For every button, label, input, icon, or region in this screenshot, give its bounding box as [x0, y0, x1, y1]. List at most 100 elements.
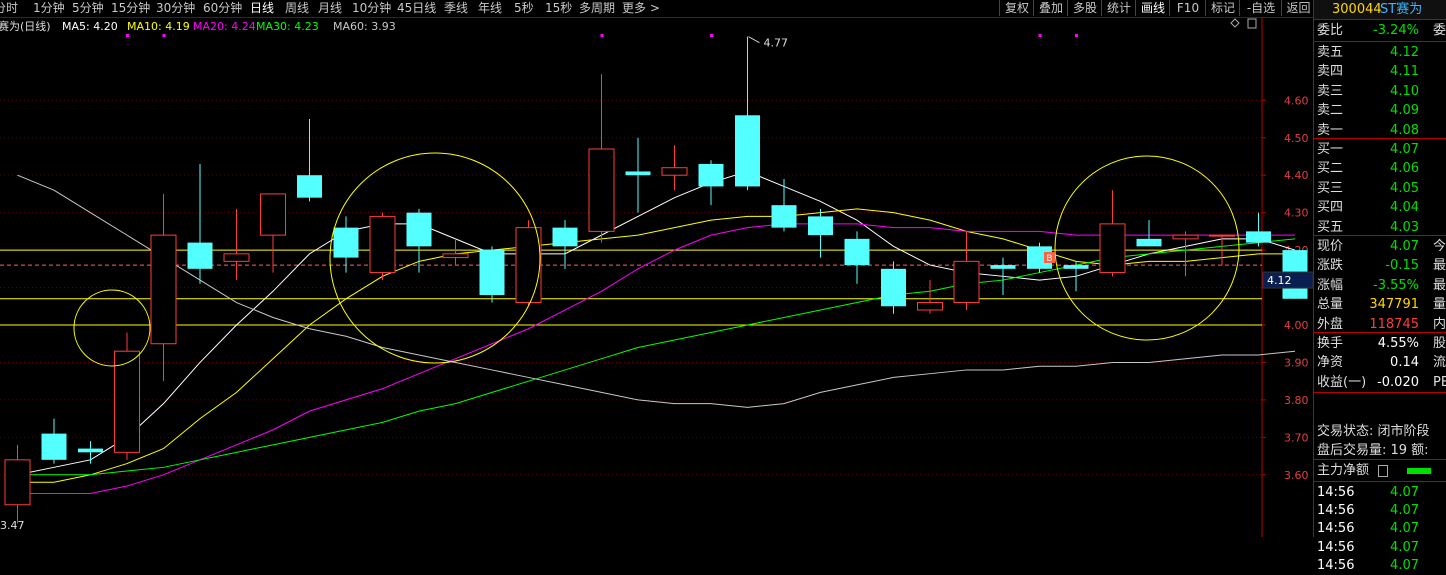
- high-pointer: [748, 36, 760, 44]
- period-4[interactable]: 30分钟: [156, 0, 195, 16]
- tool-7[interactable]: -自选: [1239, 0, 1282, 16]
- tool-0[interactable]: 复权: [999, 0, 1034, 16]
- row-label: 总量: [1317, 297, 1344, 313]
- y-tick-label: 4.30: [1284, 207, 1309, 220]
- candle-body: [1172, 234, 1199, 240]
- candle-body: [588, 148, 615, 232]
- candle-body: [1063, 265, 1089, 269]
- kline-chart[interactable]: 4.604.504.404.304.204.104.003.903.803.70…: [0, 0, 1313, 537]
- buys-row: 买四 4.04: [1314, 198, 1446, 217]
- period-2[interactable]: 5分钟: [72, 0, 104, 16]
- period-10[interactable]: 45日线: [397, 0, 436, 16]
- row-label: 现价: [1317, 239, 1344, 254]
- chart-title: 赛为(日线): [0, 19, 51, 33]
- divider: [1314, 41, 1446, 42]
- candle-body: [223, 253, 250, 262]
- candle-body: [1136, 238, 1162, 247]
- row-label: 买四: [1317, 200, 1344, 216]
- row-label: 涨跌: [1317, 258, 1344, 274]
- tick-time: 14:56: [1317, 485, 1355, 500]
- row-value: 118745: [1369, 316, 1419, 332]
- period-16[interactable]: 更多 >: [622, 0, 660, 16]
- row-label: 收益(一): [1317, 374, 1367, 390]
- period-11[interactable]: 季线: [444, 0, 468, 16]
- drawn-circle: [1054, 155, 1240, 341]
- row-label: 卖二: [1317, 103, 1344, 119]
- row-value: 347791: [1369, 297, 1419, 313]
- tick-price: 4.07: [1390, 521, 1419, 537]
- tick-time: 14:56: [1317, 503, 1355, 519]
- event-marker: [710, 34, 713, 37]
- candle-body: [735, 115, 760, 187]
- weibi-tail: 委: [1433, 23, 1446, 38]
- tool-6[interactable]: 标记: [1205, 0, 1240, 16]
- stats-row: 涨幅 -3.55% 最: [1314, 276, 1446, 295]
- row-label: 买三: [1317, 180, 1344, 196]
- net-flow-bar: [1407, 468, 1431, 474]
- candle-body: [333, 227, 359, 258]
- row-label: 卖一: [1317, 122, 1344, 138]
- candle-body: [41, 433, 67, 460]
- row-label: 换手: [1317, 336, 1344, 351]
- candle-body: [442, 253, 469, 259]
- row-tail: 内: [1433, 316, 1446, 332]
- period-toolbar: 分时 1分钟 5分钟 15分钟 30分钟 60分钟 日线 周线 月线 10分钟 45日线 季线 年线 5秒…: [0, 0, 1446, 18]
- period-9[interactable]: 10分钟: [352, 0, 391, 16]
- period-12[interactable]: 年线: [478, 0, 502, 16]
- y-tick-label: 3.80: [1284, 394, 1309, 407]
- tool-2[interactable]: 多股: [1067, 0, 1102, 16]
- period-15[interactable]: 多周期: [579, 0, 615, 16]
- stats2-row: 换手 4.55% 股: [1314, 334, 1446, 353]
- period-8[interactable]: 月线: [318, 0, 342, 16]
- tool-4[interactable]: 画线: [1135, 0, 1170, 16]
- period-6[interactable]: 日线: [250, 0, 274, 16]
- ma-legend-item: MA10: 4.19: [127, 20, 190, 33]
- tool-1[interactable]: 叠加: [1033, 0, 1068, 16]
- window-icon: [1247, 18, 1257, 29]
- tick-row: 14:56 4.07: [1314, 538, 1446, 557]
- candle-body: [515, 227, 542, 304]
- ma-legend-item: MA30: 4.23: [256, 20, 319, 33]
- net-flow-row[interactable]: 主力净额: [1314, 461, 1446, 480]
- tick-time: 14:56: [1317, 539, 1355, 555]
- y-tick-label: 3.70: [1284, 431, 1309, 444]
- candle-body: [698, 163, 724, 187]
- period-7[interactable]: 周线: [285, 0, 309, 16]
- row-label: 卖三: [1317, 83, 1344, 99]
- period-5[interactable]: 60分钟: [203, 0, 242, 16]
- ma5-line: [17, 170, 1296, 476]
- period-3[interactable]: 15分钟: [111, 0, 150, 16]
- divider: [1314, 19, 1446, 20]
- candle-body: [1099, 223, 1126, 274]
- period-0[interactable]: 分时: [0, 0, 18, 16]
- tool-3[interactable]: 统计: [1101, 0, 1136, 16]
- period-14[interactable]: 15秒: [545, 0, 572, 16]
- trade-status: 交易状态: 闭市阶段: [1314, 422, 1446, 441]
- tick-price: 4.07: [1390, 539, 1419, 555]
- candle-body: [114, 350, 140, 453]
- candle-body: [1209, 234, 1235, 237]
- sells-row: 卖五 4.12: [1314, 43, 1446, 62]
- stats2-row: 收益(一) -0.020 PE: [1314, 373, 1446, 392]
- divider: [1314, 481, 1446, 482]
- current-price-label: 4.12: [1267, 274, 1292, 287]
- period-13[interactable]: 5秒: [514, 0, 534, 16]
- row-value: -0.020: [1377, 374, 1419, 390]
- stock-name: ST赛为: [1380, 2, 1423, 17]
- tool-5[interactable]: F10: [1169, 0, 1206, 16]
- candle-body: [661, 167, 688, 176]
- row-value: -0.15: [1385, 258, 1419, 274]
- period-1[interactable]: 1分钟: [33, 0, 65, 16]
- list-icon[interactable]: [1378, 465, 1388, 477]
- candle-body: [552, 227, 578, 247]
- tick-time: 14:56: [1317, 521, 1355, 537]
- tick-time: 14:56: [1317, 557, 1355, 573]
- row-value: 4.07: [1390, 142, 1419, 157]
- tool-8[interactable]: 返回: [1281, 0, 1315, 16]
- row-tail: 今: [1433, 239, 1446, 254]
- row-value: 4.04: [1390, 200, 1419, 216]
- row-value: 0.14: [1390, 355, 1419, 371]
- tick-row: 14:56 4.07: [1314, 483, 1446, 502]
- quote-panel: 300044 ST赛为 委比 -3.24% 委 卖五 4.12 卖四 4.11 卖三 4.…: [1313, 0, 1446, 573]
- row-tail: PE: [1433, 374, 1446, 390]
